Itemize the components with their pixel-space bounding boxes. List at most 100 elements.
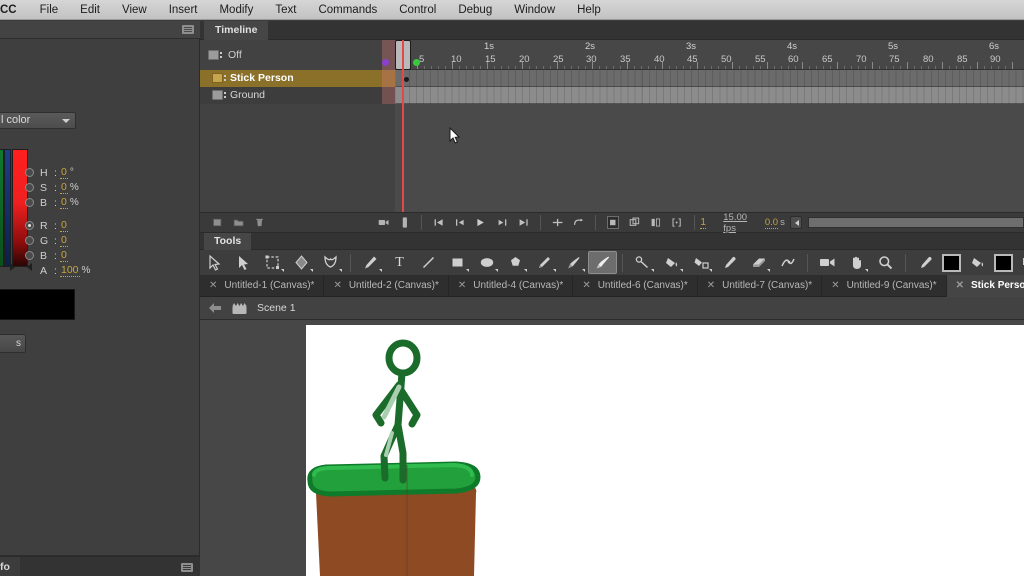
layer-row-stick-person[interactable]: Stick Person [200, 70, 588, 87]
modify-onion-markers-icon[interactable] [650, 216, 661, 229]
tab-timeline[interactable]: Timeline [204, 21, 269, 40]
current-color-swatch[interactable] [0, 289, 75, 320]
document-tab-untitled-4[interactable]: ✕ Untitled-4 (Canvas)* [449, 274, 574, 297]
line-tool[interactable] [414, 251, 443, 274]
oval-tool[interactable] [472, 251, 501, 274]
menu-item-edit[interactable]: Edit [69, 0, 111, 20]
color-field-blue[interactable]: B : 0 [25, 248, 145, 263]
close-icon[interactable]: ✕ [707, 280, 715, 291]
center-frame-icon[interactable] [552, 216, 563, 229]
black-and-white-button[interactable] [1015, 251, 1024, 274]
timeline-ruler[interactable]: 1s 2s 3s 4s 5s 6s 5 10 15 20 25 30 35 40… [395, 40, 1024, 70]
step-forward-icon[interactable] [497, 216, 508, 229]
menu-item-help[interactable]: Help [566, 0, 612, 20]
onion-skin-outlines-icon[interactable] [607, 216, 619, 229]
document-tab-untitled-1[interactable]: ✕ Untitled-1 (Canvas)* [200, 274, 325, 297]
free-transform-tool[interactable] [258, 251, 287, 274]
document-tab-untitled-9[interactable]: ✕ Untitled-9 (Canvas)* [822, 274, 947, 297]
loop-range-icon[interactable] [573, 216, 584, 229]
frame-empty-area[interactable] [395, 104, 1024, 212]
play-icon[interactable] [475, 216, 486, 229]
menu-item-commands[interactable]: Commands [307, 0, 388, 20]
red-value[interactable]: 0 [60, 219, 68, 232]
menu-item-view[interactable]: View [111, 0, 158, 20]
onion-skin-icon[interactable] [399, 216, 410, 229]
color-panel-button[interactable]: s [0, 334, 26, 353]
selection-tool[interactable] [200, 251, 229, 274]
gradient-transform-tool[interactable] [287, 251, 316, 274]
edit-multiple-frames-icon[interactable] [629, 216, 640, 229]
paint-brush-tool[interactable] [559, 251, 588, 274]
close-icon[interactable]: ✕ [209, 280, 217, 291]
step-back-icon[interactable] [454, 216, 465, 229]
width-tool[interactable] [773, 251, 802, 274]
menu-item-brand[interactable]: CC [0, 0, 29, 20]
subselection-tool[interactable] [229, 251, 258, 274]
document-tab-untitled-7[interactable]: ✕ Untitled-7 (Canvas)* [698, 274, 823, 297]
close-icon[interactable]: ✕ [333, 280, 341, 291]
paint-bucket-tool[interactable] [657, 251, 686, 274]
brightness-value[interactable]: 0 [60, 196, 68, 209]
radio-blue[interactable] [25, 251, 34, 260]
menu-item-control[interactable]: Control [388, 0, 447, 20]
scene-name-label[interactable]: Scene 1 [257, 302, 296, 314]
canvas-area[interactable] [200, 320, 1024, 576]
radio-green[interactable] [25, 236, 34, 245]
keyframe-marker-stick-person[interactable] [404, 77, 409, 82]
blue-value[interactable]: 0 [60, 249, 68, 262]
alpha-value[interactable]: 100 [60, 264, 80, 277]
color-field-saturation[interactable]: S : 0 % [25, 180, 145, 195]
loop-playback-icon[interactable] [378, 216, 389, 229]
delete-layer-icon[interactable] [254, 216, 265, 229]
color-mode-dropdown[interactable]: l color [0, 112, 76, 129]
panel-menu-icon[interactable] [182, 25, 194, 34]
back-arrow-icon[interactable] [208, 302, 222, 314]
new-layer-icon[interactable] [212, 216, 223, 229]
polystar-tool[interactable] [501, 251, 530, 274]
bone-tool[interactable] [628, 251, 657, 274]
frame-rate-field[interactable]: 15.00 fps [723, 212, 757, 234]
ink-bottle-tool[interactable] [686, 251, 715, 274]
radio-brightness[interactable] [25, 198, 34, 207]
timeline-scroll-left-button[interactable] [790, 216, 802, 229]
info-panel-menu-icon[interactable] [181, 563, 193, 572]
green-value[interactable]: 0 [60, 234, 68, 247]
stroke-color-picker[interactable] [911, 251, 940, 274]
eyedropper-tool[interactable] [715, 251, 744, 274]
fill-color-bucket[interactable] [963, 251, 992, 274]
menu-item-text[interactable]: Text [264, 0, 307, 20]
close-icon[interactable]: ✕ [458, 280, 466, 291]
radio-red[interactable] [25, 221, 34, 230]
color-field-red[interactable]: R : 0 [25, 218, 145, 233]
color-field-alpha[interactable]: A : 100 % [25, 263, 145, 278]
close-icon[interactable]: ✕ [831, 280, 839, 291]
hand-tool[interactable] [842, 251, 871, 274]
hue-value[interactable]: 0 [60, 166, 68, 179]
zoom-tool[interactable] [871, 251, 900, 274]
frame-grid-area[interactable]: 1s 2s 3s 4s 5s 6s 5 10 15 20 25 30 35 40… [382, 40, 1024, 212]
go-to-last-frame-icon[interactable] [518, 216, 529, 229]
menu-item-debug[interactable]: Debug [447, 0, 503, 20]
tab-tools[interactable]: Tools [204, 233, 252, 250]
brush-tool[interactable] [588, 251, 617, 274]
menu-item-modify[interactable]: Modify [208, 0, 264, 20]
close-icon[interactable]: ✕ [956, 280, 964, 291]
new-folder-icon[interactable] [233, 216, 244, 229]
camera-tool[interactable] [813, 251, 842, 274]
menu-item-insert[interactable]: Insert [158, 0, 209, 20]
pencil-tool[interactable] [530, 251, 559, 274]
eraser-tool[interactable] [744, 251, 773, 274]
stage[interactable] [306, 325, 1024, 576]
rectangle-tool[interactable] [443, 251, 472, 274]
saturation-value[interactable]: 0 [60, 181, 68, 194]
menu-item-file[interactable]: File [29, 0, 70, 20]
radio-saturation[interactable] [25, 183, 34, 192]
tab-info[interactable]: fo [0, 557, 20, 576]
document-tab-untitled-6[interactable]: ✕ Untitled-6 (Canvas)* [573, 274, 698, 297]
document-tab-untitled-2[interactable]: ✕ Untitled-2 (Canvas)* [324, 274, 449, 297]
text-tool[interactable]: T [385, 251, 414, 274]
color-field-brightness[interactable]: B : 0 % [25, 195, 145, 210]
layer-row-ground[interactable]: Ground [200, 87, 588, 104]
blue-color-strip[interactable] [4, 149, 11, 267]
menu-item-window[interactable]: Window [503, 0, 566, 20]
